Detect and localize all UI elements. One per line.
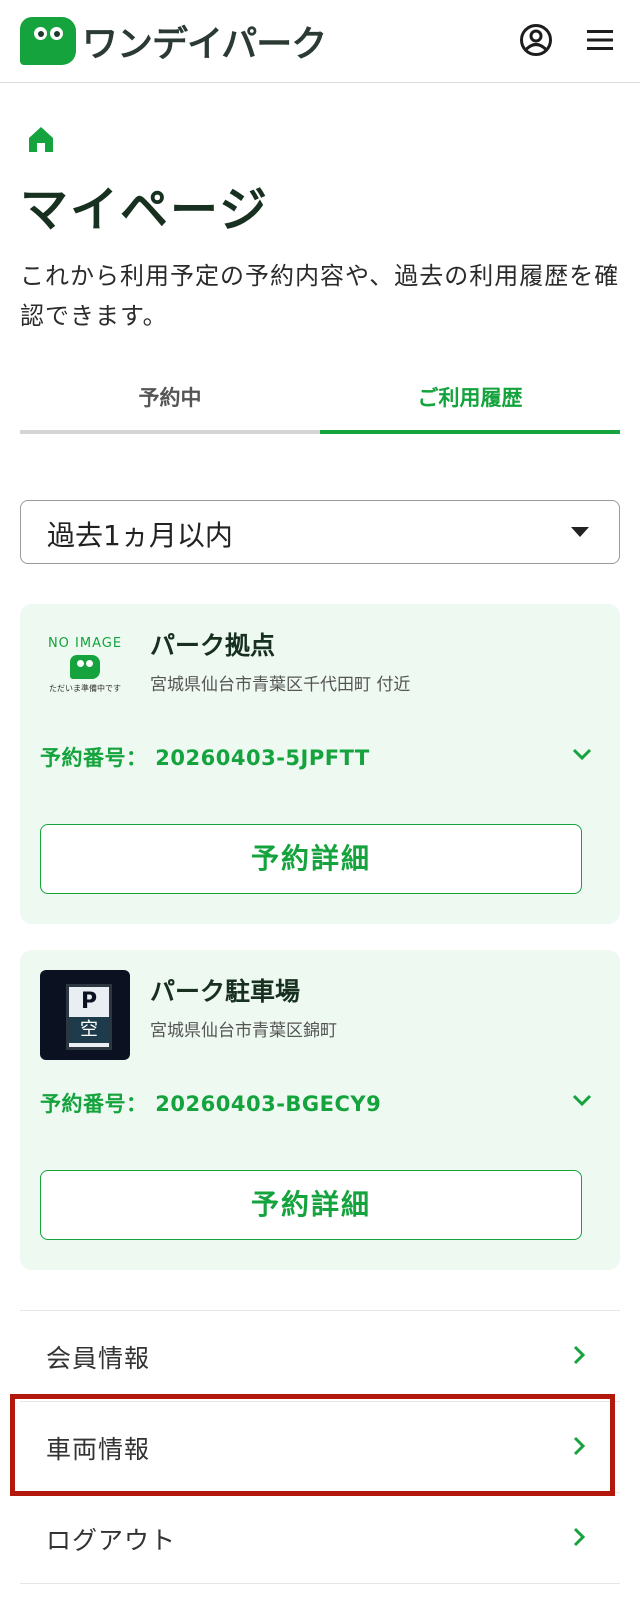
menu-item-label: ログアウト <box>46 1526 177 1555</box>
no-image-label: NO IMAGE <box>47 636 123 651</box>
page-description: これから利用予定の予約内容や、過去の利用履歴を確認できます。 <box>20 262 620 330</box>
logo-mark-icon <box>20 17 76 65</box>
reservation-card: P 空 パーク駐車場 宮城県仙台市青葉区錦町 予約番号： 20260403-BG… <box>20 950 620 1270</box>
reservation-detail-button[interactable]: 予約詳細 <box>40 824 582 894</box>
logo-text: ワンデイパーク <box>82 24 327 65</box>
page-title: マイページ <box>20 182 270 238</box>
period-select[interactable]: 過去1ヵ月以内 <box>20 500 620 564</box>
chevron-down-icon[interactable] <box>570 1088 594 1112</box>
home-icon[interactable] <box>26 124 56 154</box>
menu-item-logout[interactable]: ログアウト <box>20 1492 620 1584</box>
account-circle-icon[interactable] <box>518 22 554 58</box>
logo-mark-icon <box>70 655 100 679</box>
parking-name: パーク駐車場 <box>150 977 301 1006</box>
chevron-down-icon[interactable] <box>570 742 594 766</box>
sign-vacancy: 空 <box>69 1017 109 1043</box>
chevron-right-icon <box>573 1527 586 1547</box>
site-header: ワンデイパーク <box>0 0 640 83</box>
parking-address: 宮城県仙台市青葉区錦町 <box>150 1021 337 1041</box>
reservation-number: 予約番号： 20260403-5JPFTT <box>40 746 370 770</box>
no-image-placeholder: NO IMAGE ただいま準備中です <box>40 624 130 714</box>
chevron-right-icon <box>573 1436 586 1456</box>
reservation-number: 予約番号： 20260403-BGECY9 <box>40 1092 382 1116</box>
parking-photo: P 空 <box>40 970 130 1060</box>
history-tabs: 予約中 ご利用履歴 <box>20 372 620 434</box>
menu-item-member-info[interactable]: 会員情報 <box>20 1310 620 1401</box>
chevron-right-icon <box>573 1345 586 1365</box>
parking-sign-image: P 空 <box>66 984 112 1050</box>
account-menu: 会員情報 車両情報 ログアウト <box>20 1310 620 1584</box>
parking-address: 宮城県仙台市青葉区千代田町 付近 <box>150 675 411 695</box>
reservation-detail-button[interactable]: 予約詳細 <box>40 1170 582 1240</box>
menu-item-label: 車両情報 <box>46 1435 151 1464</box>
no-image-sublabel: ただいま準備中です <box>49 684 121 693</box>
period-select-value: 過去1ヵ月以内 <box>47 519 233 552</box>
caret-down-icon <box>571 527 589 537</box>
menu-item-label: 会員情報 <box>46 1344 151 1373</box>
sign-letter: P <box>80 989 98 1014</box>
site-logo[interactable]: ワンデイパーク <box>20 16 327 66</box>
tab-reserved[interactable]: 予約中 <box>20 372 320 434</box>
reservation-card: NO IMAGE ただいま準備中です パーク拠点 宮城県仙台市青葉区千代田町 付… <box>20 604 620 924</box>
menu-item-vehicle-info[interactable]: 車両情報 <box>20 1401 620 1492</box>
hamburger-menu-icon[interactable] <box>582 22 618 58</box>
parking-name: パーク拠点 <box>150 631 276 660</box>
tab-history[interactable]: ご利用履歴 <box>320 372 620 434</box>
